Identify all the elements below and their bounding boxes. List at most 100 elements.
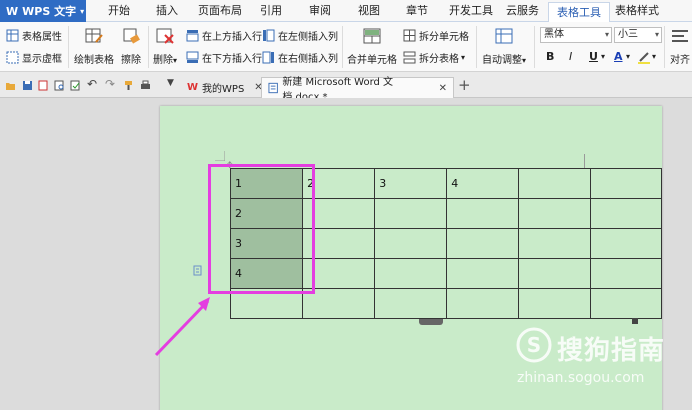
table-cell[interactable] [518,168,591,199]
table-cell[interactable] [589,228,663,259]
table-cell[interactable] [446,288,520,319]
split-table-label: 拆分表格 [419,54,459,65]
chevron-down-icon: ▾ [626,52,631,61]
italic-button[interactable]: I [569,50,572,63]
tab-table-tools[interactable]: 表格工具 [548,2,610,22]
auto-fit-label: 自动调整 [481,55,522,66]
menu-item[interactable]: 页面布局 [198,0,242,22]
auto-fit-icon [495,28,513,44]
table-cell[interactable] [446,198,520,229]
auto-fit-button[interactable]: 自动调整▾ [478,26,530,66]
font-name-value: 黑体 [544,29,564,40]
table-cell[interactable] [589,288,663,319]
insert-column-left-label: 在左侧插入列 [278,32,338,43]
margin-corner-mark [215,151,225,161]
align-button[interactable]: 对齐 [668,26,692,66]
format-painter-icon[interactable] [123,80,134,91]
highlighter-icon[interactable] [637,50,651,64]
tab-table-styles[interactable]: 表格样式 [615,0,659,22]
print-icon[interactable] [140,80,151,91]
gridlines-icon [6,51,19,64]
undo-icon[interactable]: ↶ [87,77,98,91]
table-cell[interactable] [518,288,591,319]
menu-item[interactable]: 引用 [260,0,282,22]
table-cell[interactable] [374,258,448,289]
ribbon-divider [342,26,343,68]
show-gridlines-button[interactable]: 显示虚框 [6,50,62,65]
table-cell[interactable] [589,168,663,199]
chevron-down-icon: ▾ [652,52,657,61]
erase-button[interactable]: 擦除 [118,26,144,66]
open-folder-icon[interactable] [5,80,16,91]
table-properties-label: 表格属性 [22,32,62,43]
table-cell[interactable] [446,228,520,259]
merge-cells-icon [363,28,381,44]
menu-item[interactable]: 视图 [358,0,380,22]
tab-bar: ↶ ↷ ▼ W 我的WPS ✕ 新建 Microsoft Word 文档.doc… [0,72,692,103]
chevron-down-icon: ▾ [521,56,526,65]
tab-document[interactable]: 新建 Microsoft Word 文档.docx * ✕ [261,77,454,103]
watermark-text: 搜狗指南 [557,336,666,366]
split-table-button[interactable]: 拆分表格 ▾ [403,50,465,65]
table-cell[interactable] [518,258,591,289]
table-cell[interactable] [518,228,591,259]
split-cells-icon [403,29,416,42]
menu-item[interactable]: 云服务 [506,0,539,22]
table-cell[interactable] [589,198,663,229]
insert-row-below-icon [186,51,199,63]
menu-item[interactable]: 审阅 [309,0,331,22]
chevron-down-icon[interactable]: ▼ [167,78,178,89]
insert-row-below-button[interactable]: 在下方插入行 [186,50,262,65]
menu-item[interactable]: 开发工具 [449,0,493,22]
menu-item[interactable]: 章节 [406,0,428,22]
print-preview-icon[interactable] [54,80,65,91]
redo-icon[interactable]: ↷ [105,77,116,91]
draw-table-button[interactable]: 绘制表格 [74,26,114,66]
insert-column-right-icon [262,51,274,64]
menu-item[interactable]: 开始 [108,0,130,22]
spellcheck-icon[interactable] [70,80,81,91]
font-name-select[interactable]: 黑体 ▾ [540,27,612,43]
document-icon [268,82,278,94]
font-size-select[interactable]: 小三 ▾ [614,27,662,43]
insert-column-left-button[interactable]: 在左侧插入列 [262,28,338,43]
table-cell[interactable] [374,288,448,319]
table-properties-icon [6,29,19,42]
table-cell[interactable]: 4 [446,168,520,199]
align-label: 对齐 [670,55,690,66]
delete-button[interactable]: 删除▾ [150,26,180,66]
app-menu-button[interactable]: W WPS 文字 ▾ [0,0,86,22]
watermark-url: zhinan.sogou.com [517,370,645,386]
table-properties-button[interactable]: 表格属性 [6,28,62,43]
table-cell[interactable] [374,198,448,229]
insert-row-above-button[interactable]: 在上方插入行 [186,28,262,43]
sogou-watermark: S 搜狗指南 zhinan.sogou.com [515,322,690,402]
sogou-logo-icon: S [516,327,552,363]
close-icon[interactable]: ✕ [439,83,447,94]
merge-cells-button[interactable]: 合并单元格 [346,26,398,66]
save-icon[interactable] [22,80,33,91]
export-pdf-icon[interactable] [38,80,49,91]
table-cell[interactable] [589,258,663,289]
table-cell[interactable] [446,258,520,289]
font-color-button[interactable]: A [614,50,623,63]
menu-item[interactable]: 插入 [156,0,178,22]
chevron-down-icon: ▾ [601,52,606,61]
table-cell[interactable] [518,198,591,229]
table-cell[interactable] [374,228,448,259]
wps-logo-icon: W [6,4,19,18]
insert-row-below-label: 在下方插入行 [202,54,262,65]
split-cells-button[interactable]: 拆分单元格 [403,28,469,43]
draw-table-label: 绘制表格 [74,55,114,66]
underline-button[interactable]: U [589,50,598,63]
paragraph-marker-icon[interactable] [193,265,203,276]
new-tab-icon[interactable]: + [458,76,471,94]
insert-column-right-button[interactable]: 在右侧插入列 [262,50,338,65]
tab-my-wps[interactable]: W 我的WPS ✕ [181,77,269,98]
chevron-down-icon: ▾ [461,53,466,62]
table-add-row-handle[interactable] [419,319,443,325]
split-cells-label: 拆分单元格 [419,32,469,43]
bold-button[interactable]: B [546,50,554,63]
table-cell[interactable]: 3 [374,168,448,199]
erase-label: 擦除 [121,55,141,66]
